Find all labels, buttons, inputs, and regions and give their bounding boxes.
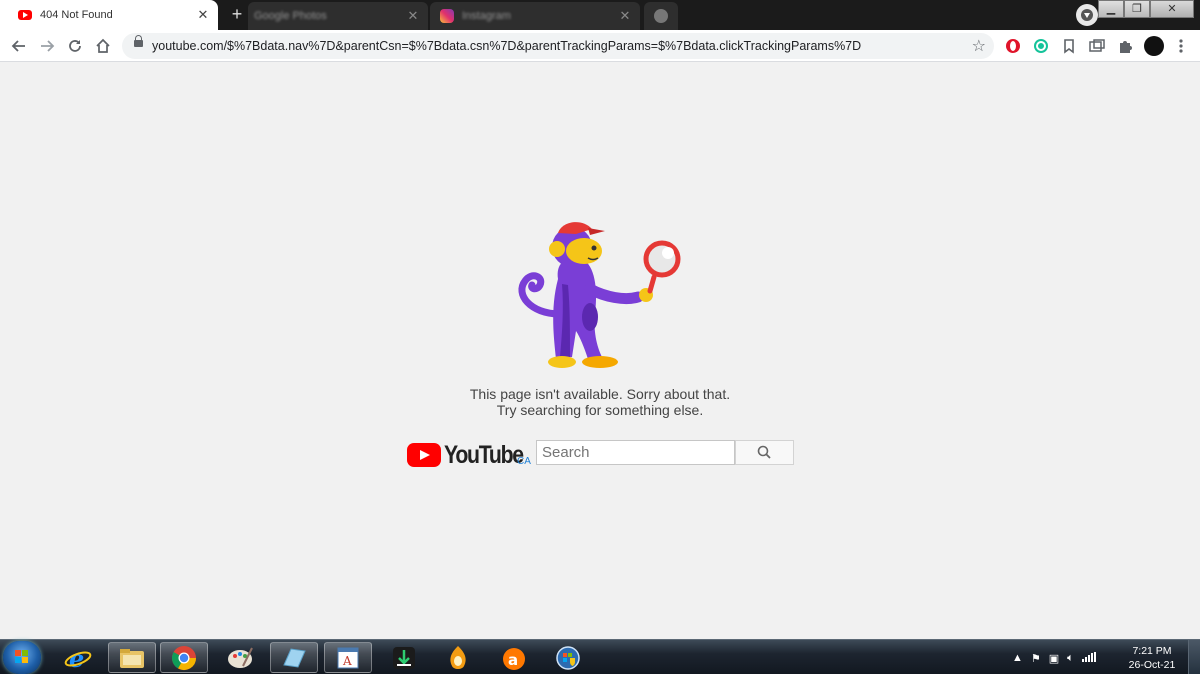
clock-date: 26-Oct-21 bbox=[1128, 659, 1176, 671]
avast-icon: a bbox=[503, 647, 525, 670]
new-tab-button[interactable]: + bbox=[226, 4, 248, 26]
show-desktop-button[interactable] bbox=[1188, 640, 1200, 674]
shield-icon bbox=[556, 645, 580, 670]
taskbar-wordpad[interactable]: A bbox=[324, 642, 372, 673]
action-center-flag-icon[interactable]: ⚑ bbox=[1031, 652, 1041, 665]
svg-text:a: a bbox=[508, 651, 518, 669]
downloader-icon bbox=[393, 646, 415, 669]
extensions-puzzle-icon[interactable] bbox=[1116, 37, 1134, 55]
tab-404[interactable]: 404 Not Found ✕ bbox=[0, 0, 218, 30]
page-content: This page isn't available. Sorry about t… bbox=[0, 63, 1200, 639]
tab-title: 404 Not Found bbox=[40, 9, 113, 21]
tray-expand-icon[interactable]: ▲ bbox=[1012, 652, 1023, 664]
clock-time: 7:21 PM bbox=[1132, 645, 1172, 657]
tab-close-icon[interactable]: ✕ bbox=[194, 7, 212, 23]
start-button[interactable] bbox=[3, 641, 41, 674]
tab-google-photos[interactable]: Google Photos ✕ bbox=[248, 2, 428, 30]
minimize-button[interactable]: ▁ bbox=[1098, 0, 1124, 18]
taskbar-app-downloader[interactable] bbox=[380, 642, 428, 673]
browser-toolbar: youtube.com/$%7Bdata.nav%7D&parentCsn=$%… bbox=[0, 30, 1200, 62]
taskbar-notepad[interactable] bbox=[270, 642, 318, 673]
grammarly-extension-icon[interactable] bbox=[1032, 37, 1050, 55]
svg-text:A: A bbox=[342, 654, 352, 668]
home-icon[interactable] bbox=[93, 36, 113, 56]
folder-icon bbox=[120, 648, 144, 668]
opera-extension-icon[interactable] bbox=[1004, 37, 1022, 55]
search-input[interactable] bbox=[536, 440, 735, 465]
taskbar-fl-studio[interactable] bbox=[434, 642, 482, 673]
taskbar-chrome[interactable] bbox=[160, 642, 208, 673]
youtube-logo[interactable]: YouTube CA bbox=[407, 440, 537, 470]
error-line-1: This page isn't available. Sorry about t… bbox=[469, 386, 731, 402]
taskbar-security-center[interactable] bbox=[544, 642, 592, 673]
bookmark-star-icon[interactable]: ☆ bbox=[972, 36, 986, 56]
system-tray: ▲ ⚑ ▣ 🔈︎ bbox=[1012, 648, 1096, 668]
youtube-wordmark: YouTube bbox=[444, 440, 524, 469]
error-message: This page isn't available. Sorry about t… bbox=[400, 386, 800, 418]
tab-strip: 404 Not Found ✕ + Google Photos ✕ Instag… bbox=[0, 0, 1200, 30]
chrome-menu-icon[interactable] bbox=[1172, 37, 1190, 55]
youtube-play-icon bbox=[407, 443, 441, 467]
taskbar-internet-explorer[interactable]: e bbox=[54, 642, 102, 673]
tab-search-dropdown-icon[interactable] bbox=[1076, 4, 1098, 26]
address-bar[interactable]: youtube.com/$%7Bdata.nav%7D&parentCsn=$%… bbox=[122, 33, 994, 59]
taskbar-clock[interactable]: 7:21 PM 26-Oct-21 bbox=[1126, 644, 1178, 672]
windows-logo-icon bbox=[15, 650, 28, 663]
device-icon[interactable]: ▣ bbox=[1049, 652, 1059, 665]
tab-close-icon[interactable]: ✕ bbox=[616, 8, 634, 24]
instagram-favicon-icon bbox=[440, 9, 454, 23]
close-window-button[interactable]: ✕ bbox=[1150, 0, 1194, 18]
tab-pinned[interactable] bbox=[644, 2, 678, 30]
reload-icon[interactable] bbox=[65, 36, 85, 56]
taskbar-paint[interactable] bbox=[216, 642, 264, 673]
url-text: youtube.com/$%7Bdata.nav%7D&parentCsn=$%… bbox=[152, 39, 862, 53]
taskbar-avast[interactable]: a bbox=[490, 642, 538, 673]
wordpad-icon: A bbox=[337, 647, 359, 668]
back-icon[interactable] bbox=[9, 36, 29, 56]
profile-avatar[interactable] bbox=[1143, 35, 1165, 57]
paint-palette-icon bbox=[228, 647, 253, 668]
screen: 404 Not Found ✕ + Google Photos ✕ Instag… bbox=[0, 0, 1200, 674]
notepad-icon bbox=[283, 647, 306, 668]
volume-icon[interactable]: 🔈︎ bbox=[1067, 652, 1074, 665]
monkey-illustration bbox=[518, 222, 681, 368]
svg-text:e: e bbox=[69, 644, 84, 672]
site-favicon-icon bbox=[654, 9, 668, 23]
youtube-favicon-icon bbox=[18, 10, 32, 20]
lock-icon[interactable] bbox=[134, 35, 143, 47]
error-line-2: Try searching for something else. bbox=[496, 402, 704, 418]
reading-list-icon[interactable] bbox=[1060, 37, 1078, 55]
fl-studio-icon bbox=[450, 645, 466, 669]
tab-capture-icon[interactable] bbox=[1088, 37, 1106, 55]
forward-icon[interactable] bbox=[37, 36, 57, 56]
tab-title: Google Photos bbox=[254, 10, 327, 22]
window-controls: ▁ ❐ ✕ bbox=[1098, 0, 1194, 18]
internet-explorer-icon: e bbox=[64, 644, 92, 672]
search-button[interactable] bbox=[735, 440, 794, 465]
windows-taskbar: e A a ▲ ⚑ ▣ 🔈︎ 7:21 PM 26-Oct-21 bbox=[0, 639, 1200, 674]
tab-instagram[interactable]: Instagram ✕ bbox=[430, 2, 640, 30]
chrome-icon bbox=[171, 645, 196, 670]
taskbar-file-explorer[interactable] bbox=[108, 642, 156, 673]
restore-button[interactable]: ❐ bbox=[1124, 0, 1150, 18]
network-signal-icon[interactable] bbox=[1081, 651, 1096, 665]
search-icon bbox=[757, 445, 771, 459]
tab-close-icon[interactable]: ✕ bbox=[404, 8, 422, 24]
tab-title: Instagram bbox=[462, 10, 511, 22]
country-code: CA bbox=[517, 456, 531, 467]
